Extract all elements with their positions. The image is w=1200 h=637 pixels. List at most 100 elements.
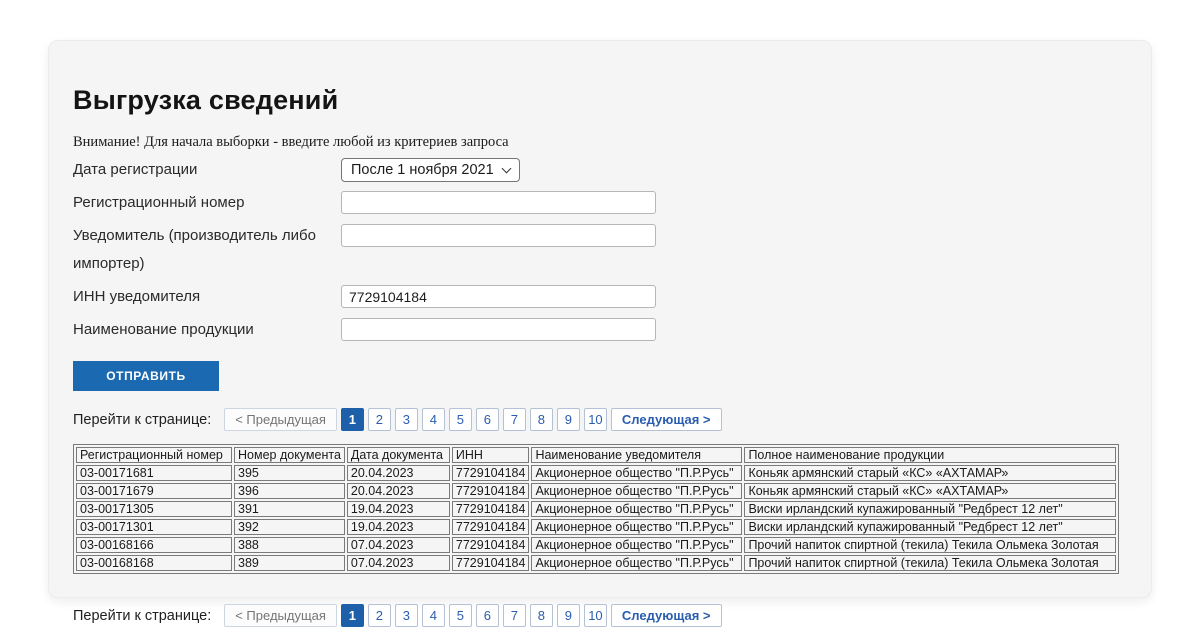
table-cell: 7729104184: [452, 465, 530, 481]
table-cell: Виски ирландский купажированный "Редбрес…: [744, 519, 1116, 535]
next-page-button[interactable]: Следующая >: [611, 604, 722, 627]
inn-label: ИНН уведомителя: [73, 283, 341, 311]
table-cell: 20.04.2023: [347, 465, 450, 481]
table-cell: Коньяк армянский старый «КС» «АХТАМАР»: [744, 483, 1116, 499]
header-inn: ИНН: [452, 447, 530, 463]
page-button-6[interactable]: 6: [476, 408, 499, 431]
table-row: 03-0017130539119.04.20237729104184Акцион…: [76, 501, 1116, 517]
notifier-input[interactable]: [341, 224, 656, 247]
pagination-top: Перейти к странице: < Предыдущая 1234567…: [73, 408, 1127, 431]
table-cell: 20.04.2023: [347, 483, 450, 499]
table-cell: 03-00168166: [76, 537, 232, 553]
table-cell: 7729104184: [452, 537, 530, 553]
table-cell: Акционерное общество "П.Р.Русь": [531, 555, 742, 571]
page-button-10[interactable]: 10: [584, 408, 607, 431]
registration-date-selected-value: После 1 ноября 2021: [351, 162, 494, 178]
registration-number-input[interactable]: [341, 191, 656, 214]
table-cell: 07.04.2023: [347, 555, 450, 571]
table-row: 03-0016816638807.04.20237729104184Акцион…: [76, 537, 1116, 553]
pagination-pages: 12345678910: [341, 408, 607, 431]
page-button-3[interactable]: 3: [395, 604, 418, 627]
table-row: 03-0017167939620.04.20237729104184Акцион…: [76, 483, 1116, 499]
previous-page-button[interactable]: < Предыдущая: [224, 408, 337, 431]
header-notifier-name: Наименование уведомителя: [531, 447, 742, 463]
product-name-label: Наименование продукции: [73, 316, 341, 344]
form-row-inn: ИНН уведомителя: [73, 283, 1127, 311]
table-cell: Акционерное общество "П.Р.Русь": [531, 501, 742, 517]
pagination-bottom: Перейти к странице: < Предыдущая 1234567…: [73, 604, 1127, 627]
previous-page-button[interactable]: < Предыдущая: [224, 604, 337, 627]
table-cell: 03-00171681: [76, 465, 232, 481]
table-cell: Прочий напиток спиртной (текила) Текила …: [744, 537, 1116, 553]
page-button-2[interactable]: 2: [368, 604, 391, 627]
table-cell: 03-00171679: [76, 483, 232, 499]
results-table-wrap: Регистрационный номер Номер документа Да…: [73, 444, 1127, 574]
table-header-row: Регистрационный номер Номер документа Да…: [76, 447, 1116, 463]
page-button-8[interactable]: 8: [530, 408, 553, 431]
page-button-3[interactable]: 3: [395, 408, 418, 431]
table-cell: 19.04.2023: [347, 501, 450, 517]
page-button-4[interactable]: 4: [422, 604, 445, 627]
pagination-pages: 12345678910: [341, 604, 607, 627]
table-cell: 7729104184: [452, 501, 530, 517]
table-row: 03-0017168139520.04.20237729104184Акцион…: [76, 465, 1116, 481]
table-cell: 396: [234, 483, 345, 499]
form-row-registration-number: Регистрационный номер: [73, 189, 1127, 217]
chevron-down-icon: [501, 163, 511, 173]
header-document-number: Номер документа: [234, 447, 345, 463]
table-cell: 7729104184: [452, 519, 530, 535]
table-cell: 03-00171305: [76, 501, 232, 517]
table-cell: 03-00168168: [76, 555, 232, 571]
product-name-input[interactable]: [341, 318, 656, 341]
table-cell: 391: [234, 501, 345, 517]
submit-button[interactable]: ОТПРАВИТЬ: [73, 361, 219, 391]
table-cell: Акционерное общество "П.Р.Русь": [531, 465, 742, 481]
page-button-6[interactable]: 6: [476, 604, 499, 627]
table-cell: 03-00171301: [76, 519, 232, 535]
pagination-label: Перейти к странице:: [73, 412, 211, 428]
table-cell: 392: [234, 519, 345, 535]
table-cell: 395: [234, 465, 345, 481]
table-cell: 388: [234, 537, 345, 553]
next-page-button[interactable]: Следующая >: [611, 408, 722, 431]
form-row-product-name: Наименование продукции: [73, 316, 1127, 344]
table-cell: Акционерное общество "П.Р.Русь": [531, 537, 742, 553]
table-cell: 19.04.2023: [347, 519, 450, 535]
notice-text: Внимание! Для начала выборки - введите л…: [73, 134, 1127, 151]
page-button-1[interactable]: 1: [341, 408, 364, 431]
page-button-9[interactable]: 9: [557, 408, 580, 431]
page-button-8[interactable]: 8: [530, 604, 553, 627]
pagination-label: Перейти к странице:: [73, 608, 211, 624]
page-button-2[interactable]: 2: [368, 408, 391, 431]
page-button-1[interactable]: 1: [341, 604, 364, 627]
table-cell: 7729104184: [452, 483, 530, 499]
page-title: Выгрузка сведений: [73, 85, 1127, 116]
page-button-7[interactable]: 7: [503, 408, 526, 431]
form-row-registration-date: Дата регистрации После 1 ноября 2021: [73, 156, 1127, 184]
table-cell: 7729104184: [452, 555, 530, 571]
header-document-date: Дата документа: [347, 447, 450, 463]
table-cell: 07.04.2023: [347, 537, 450, 553]
table-cell: 389: [234, 555, 345, 571]
registration-number-label: Регистрационный номер: [73, 189, 341, 217]
page-button-4[interactable]: 4: [422, 408, 445, 431]
table-cell: Акционерное общество "П.Р.Русь": [531, 483, 742, 499]
results-table: Регистрационный номер Номер документа Да…: [73, 444, 1119, 574]
page-button-7[interactable]: 7: [503, 604, 526, 627]
inn-input[interactable]: [341, 285, 656, 308]
header-registration-number: Регистрационный номер: [76, 447, 232, 463]
table-row: 03-0017130139219.04.20237729104184Акцион…: [76, 519, 1116, 535]
search-form: Дата регистрации После 1 ноября 2021 Рег…: [73, 156, 1127, 391]
registration-date-label: Дата регистрации: [73, 156, 341, 184]
page-button-5[interactable]: 5: [449, 604, 472, 627]
page-button-5[interactable]: 5: [449, 408, 472, 431]
content-card: Выгрузка сведений Внимание! Для начала в…: [48, 40, 1152, 598]
page-button-10[interactable]: 10: [584, 604, 607, 627]
registration-date-select[interactable]: После 1 ноября 2021: [341, 158, 520, 182]
form-row-notifier: Уведомитель (производитель либо импортер…: [73, 222, 1127, 278]
table-cell: Акционерное общество "П.Р.Русь": [531, 519, 742, 535]
table-cell: Прочий напиток спиртной (текила) Текила …: [744, 555, 1116, 571]
notifier-label: Уведомитель (производитель либо импортер…: [73, 222, 341, 278]
table-cell: Виски ирландский купажированный "Редбрес…: [744, 501, 1116, 517]
page-button-9[interactable]: 9: [557, 604, 580, 627]
